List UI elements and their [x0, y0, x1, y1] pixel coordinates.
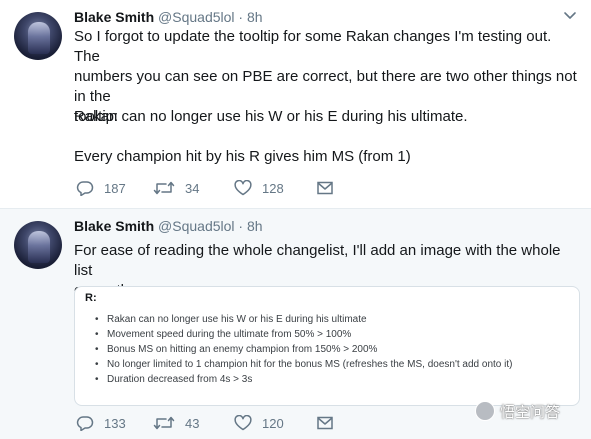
avatar[interactable] — [14, 221, 62, 269]
like-button[interactable]: 120 — [234, 413, 284, 433]
retweet-icon — [153, 181, 175, 195]
watermark-logo-icon — [475, 401, 495, 421]
envelope-icon — [317, 416, 333, 430]
tweet-text-line: For ease of reading the whole changelist… — [74, 242, 561, 279]
separator: · — [238, 9, 244, 25]
chevron-down-icon[interactable] — [563, 10, 577, 22]
tweet-text-line: numbers you can see on PBE are correct, … — [74, 68, 577, 105]
retweet-icon — [153, 416, 175, 430]
author-name[interactable]: Blake Smith — [74, 9, 154, 25]
tweet-text-line: So I forgot to update the tooltip for so… — [74, 28, 552, 65]
card-title: R: — [85, 292, 97, 304]
like-count: 128 — [262, 180, 284, 196]
author-handle[interactable]: @Squad5lol — [158, 218, 235, 234]
heart-icon — [234, 180, 252, 196]
list-item: Movement speed during the ultimate from … — [95, 327, 512, 342]
list-item: Rakan can no longer use his W or his E d… — [95, 312, 512, 327]
tweet-paragraph: Rakan can no longer use his W or his E d… — [74, 108, 468, 125]
heart-icon — [234, 415, 252, 431]
retweet-count: 34 — [185, 180, 200, 196]
reply-count: 187 — [104, 180, 126, 196]
reply-icon — [76, 416, 94, 431]
list-item: Bonus MS on hitting an enemy champion fr… — [95, 342, 512, 357]
reply-count: 133 — [104, 415, 126, 431]
tweet[interactable]: Blake Smith @Squad5lol · 8h So I forgot … — [0, 0, 591, 208]
retweet-count: 43 — [185, 415, 200, 431]
separator: · — [238, 218, 244, 234]
watermark: 悟空问答 — [475, 401, 560, 421]
retweet-button[interactable]: 43 — [153, 413, 199, 433]
message-button[interactable] — [316, 178, 334, 198]
reply-button[interactable]: 133 — [76, 413, 126, 433]
list-item: Duration decreased from 4s > 3s — [95, 372, 512, 387]
reply-button[interactable]: 187 — [76, 178, 126, 198]
author-handle[interactable]: @Squad5lol — [158, 9, 235, 25]
list-item: No longer limited to 1 champion hit for … — [95, 357, 512, 372]
timestamp[interactable]: 8h — [247, 9, 263, 25]
changelist: Rakan can no longer use his W or his E d… — [95, 312, 512, 387]
author-name[interactable]: Blake Smith — [74, 218, 154, 234]
like-button[interactable]: 128 — [234, 178, 284, 198]
avatar[interactable] — [14, 12, 62, 60]
message-button[interactable] — [316, 413, 334, 433]
like-count: 120 — [262, 415, 284, 431]
tweet-header: Blake Smith @Squad5lol · 8h — [74, 217, 263, 235]
reply-icon — [76, 181, 94, 196]
tweet-header: Blake Smith @Squad5lol · 8h — [74, 8, 263, 26]
envelope-icon — [317, 181, 333, 195]
timestamp[interactable]: 8h — [247, 218, 263, 234]
watermark-text: 悟空问答 — [500, 403, 561, 421]
attached-image[interactable]: R: Rakan can no longer use his W or his … — [74, 286, 580, 406]
tweet-paragraph: Every champion hit by his R gives him MS… — [74, 148, 411, 165]
retweet-button[interactable]: 34 — [153, 178, 199, 198]
